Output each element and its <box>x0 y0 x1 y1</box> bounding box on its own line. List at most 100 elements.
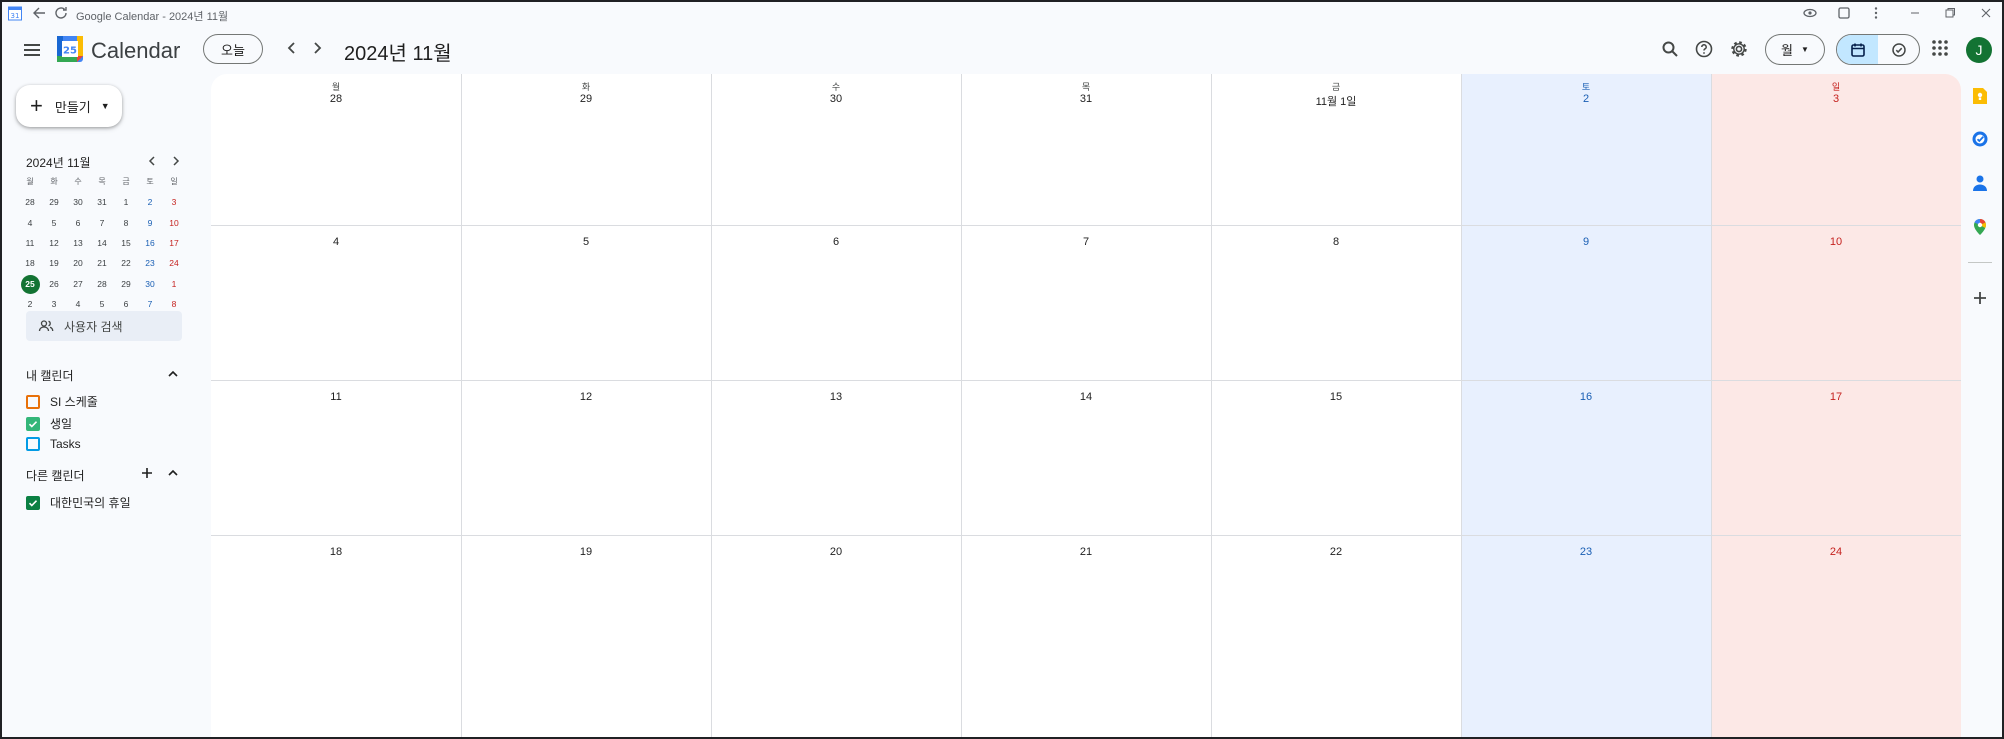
today-button[interactable]: 오늘 <box>203 34 263 64</box>
mini-day[interactable]: 21 <box>90 253 114 273</box>
day-cell[interactable] <box>211 535 461 690</box>
day-number[interactable]: 22 <box>1211 546 1461 558</box>
mini-day[interactable]: 13 <box>66 233 90 253</box>
day-cell[interactable] <box>1711 225 1961 380</box>
mini-day[interactable]: 17 <box>162 233 186 253</box>
mini-chevron-left-icon[interactable] <box>145 154 159 173</box>
day-cell[interactable] <box>1211 225 1461 380</box>
mini-day[interactable]: 10 <box>162 213 186 233</box>
mini-day[interactable]: 8 <box>114 213 138 233</box>
user-search-button[interactable]: 사용자 검색 <box>26 311 182 341</box>
checkbox[interactable] <box>26 394 40 409</box>
mini-day[interactable]: 22 <box>114 253 138 273</box>
day-number[interactable]: 11 <box>211 391 461 403</box>
mini-day[interactable]: 16 <box>138 233 162 253</box>
mini-day[interactable]: 30 <box>138 274 162 294</box>
day-number[interactable]: 28 <box>211 93 461 105</box>
day-number[interactable]: 17 <box>1711 391 1961 403</box>
mini-day[interactable]: 28 <box>18 192 42 212</box>
day-number[interactable]: 8 <box>1211 236 1461 248</box>
calendar-item-birthdays[interactable]: 생일 <box>26 415 72 432</box>
apps-grid-icon[interactable] <box>1930 38 1950 63</box>
menu-icon[interactable] <box>20 38 44 62</box>
day-number[interactable]: 29 <box>461 93 711 105</box>
add-icon[interactable] <box>1970 288 1990 308</box>
more-vert-icon[interactable] <box>1868 5 1884 24</box>
mini-day[interactable]: 20 <box>66 253 90 273</box>
mini-day[interactable]: 11 <box>18 233 42 253</box>
my-calendars-heading[interactable]: 내 캘린더 <box>26 367 74 384</box>
day-cell[interactable] <box>1461 225 1711 380</box>
mini-day[interactable]: 19 <box>42 253 66 273</box>
tasks-view-toggle[interactable] <box>1878 35 1919 64</box>
day-number[interactable]: 9 <box>1461 236 1711 248</box>
settings-icon[interactable] <box>1727 37 1751 61</box>
day-number[interactable]: 18 <box>211 546 461 558</box>
day-cell[interactable] <box>1711 535 1961 690</box>
mini-day[interactable]: 29 <box>42 192 66 212</box>
day-cell[interactable] <box>211 225 461 380</box>
mini-day[interactable]: 29 <box>114 274 138 294</box>
mini-day[interactable]: 31 <box>90 192 114 212</box>
day-number[interactable]: 16 <box>1461 391 1711 403</box>
day-number[interactable]: 4 <box>211 236 461 248</box>
day-number[interactable]: 23 <box>1461 546 1711 558</box>
calendar-item-tasks[interactable]: Tasks <box>26 437 81 451</box>
day-cell[interactable] <box>711 380 961 535</box>
mini-day[interactable]: 12 <box>42 233 66 253</box>
day-number[interactable]: 19 <box>461 546 711 558</box>
day-cell[interactable] <box>211 380 461 535</box>
mini-day[interactable]: 18 <box>18 253 42 273</box>
day-number[interactable]: 12 <box>461 391 711 403</box>
day-number[interactable]: 15 <box>1211 391 1461 403</box>
checkbox[interactable] <box>26 495 40 510</box>
view-select[interactable]: 월 ▼ <box>1765 34 1825 65</box>
day-cell[interactable] <box>1461 380 1711 535</box>
mini-day[interactable]: 26 <box>42 274 66 294</box>
reload-icon[interactable] <box>53 5 69 24</box>
day-cell[interactable] <box>1461 535 1711 690</box>
mini-day[interactable]: 2 <box>138 192 162 212</box>
day-cell[interactable] <box>1211 380 1461 535</box>
keep-icon[interactable] <box>1970 86 1990 106</box>
avatar[interactable]: J <box>1966 37 1992 63</box>
eye-icon[interactable] <box>1802 5 1818 24</box>
checkbox[interactable] <box>26 437 40 451</box>
help-icon[interactable] <box>1692 37 1716 61</box>
day-cell[interactable] <box>961 535 1211 690</box>
day-number[interactable]: 30 <box>711 93 961 105</box>
calendar-item-korea-holidays[interactable]: 대한민국의 휴일 <box>26 494 131 511</box>
mini-day[interactable]: 3 <box>162 192 186 212</box>
day-cell[interactable] <box>961 225 1211 380</box>
mini-day[interactable]: 27 <box>66 274 90 294</box>
mini-day[interactable]: 15 <box>114 233 138 253</box>
day-cell[interactable] <box>711 535 961 690</box>
mini-day[interactable]: 30 <box>66 192 90 212</box>
mini-chevron-right-icon[interactable] <box>169 154 183 173</box>
mini-day[interactable]: 28 <box>90 274 114 294</box>
mini-day[interactable]: 23 <box>138 253 162 273</box>
mini-day[interactable]: 1 <box>162 274 186 294</box>
mini-day[interactable]: 24 <box>162 253 186 273</box>
mini-day[interactable]: 9 <box>138 213 162 233</box>
other-calendars-heading[interactable]: 다른 캘린더 <box>26 467 85 484</box>
day-number[interactable]: 24 <box>1711 546 1961 558</box>
mini-day[interactable]: 14 <box>90 233 114 253</box>
day-cell[interactable] <box>711 225 961 380</box>
mini-day-today[interactable]: 25 <box>18 274 42 294</box>
day-number[interactable]: 13 <box>711 391 961 403</box>
calendar-view-toggle[interactable] <box>1837 35 1878 64</box>
day-number[interactable]: 5 <box>461 236 711 248</box>
day-number[interactable]: 11월 1일 <box>1211 93 1461 109</box>
minimize-icon[interactable] <box>1907 5 1923 24</box>
chevron-left-icon[interactable] <box>282 38 302 63</box>
back-arrow-icon[interactable] <box>32 5 48 24</box>
day-cell[interactable] <box>961 380 1211 535</box>
chevron-right-icon[interactable] <box>307 38 327 63</box>
day-number[interactable]: 20 <box>711 546 961 558</box>
day-number[interactable]: 14 <box>961 391 1211 403</box>
checkbox[interactable] <box>26 416 40 431</box>
day-number[interactable]: 21 <box>961 546 1211 558</box>
calendar-item-si-schedule[interactable]: SI 스케줄 <box>26 393 98 410</box>
day-cell[interactable] <box>461 225 711 380</box>
